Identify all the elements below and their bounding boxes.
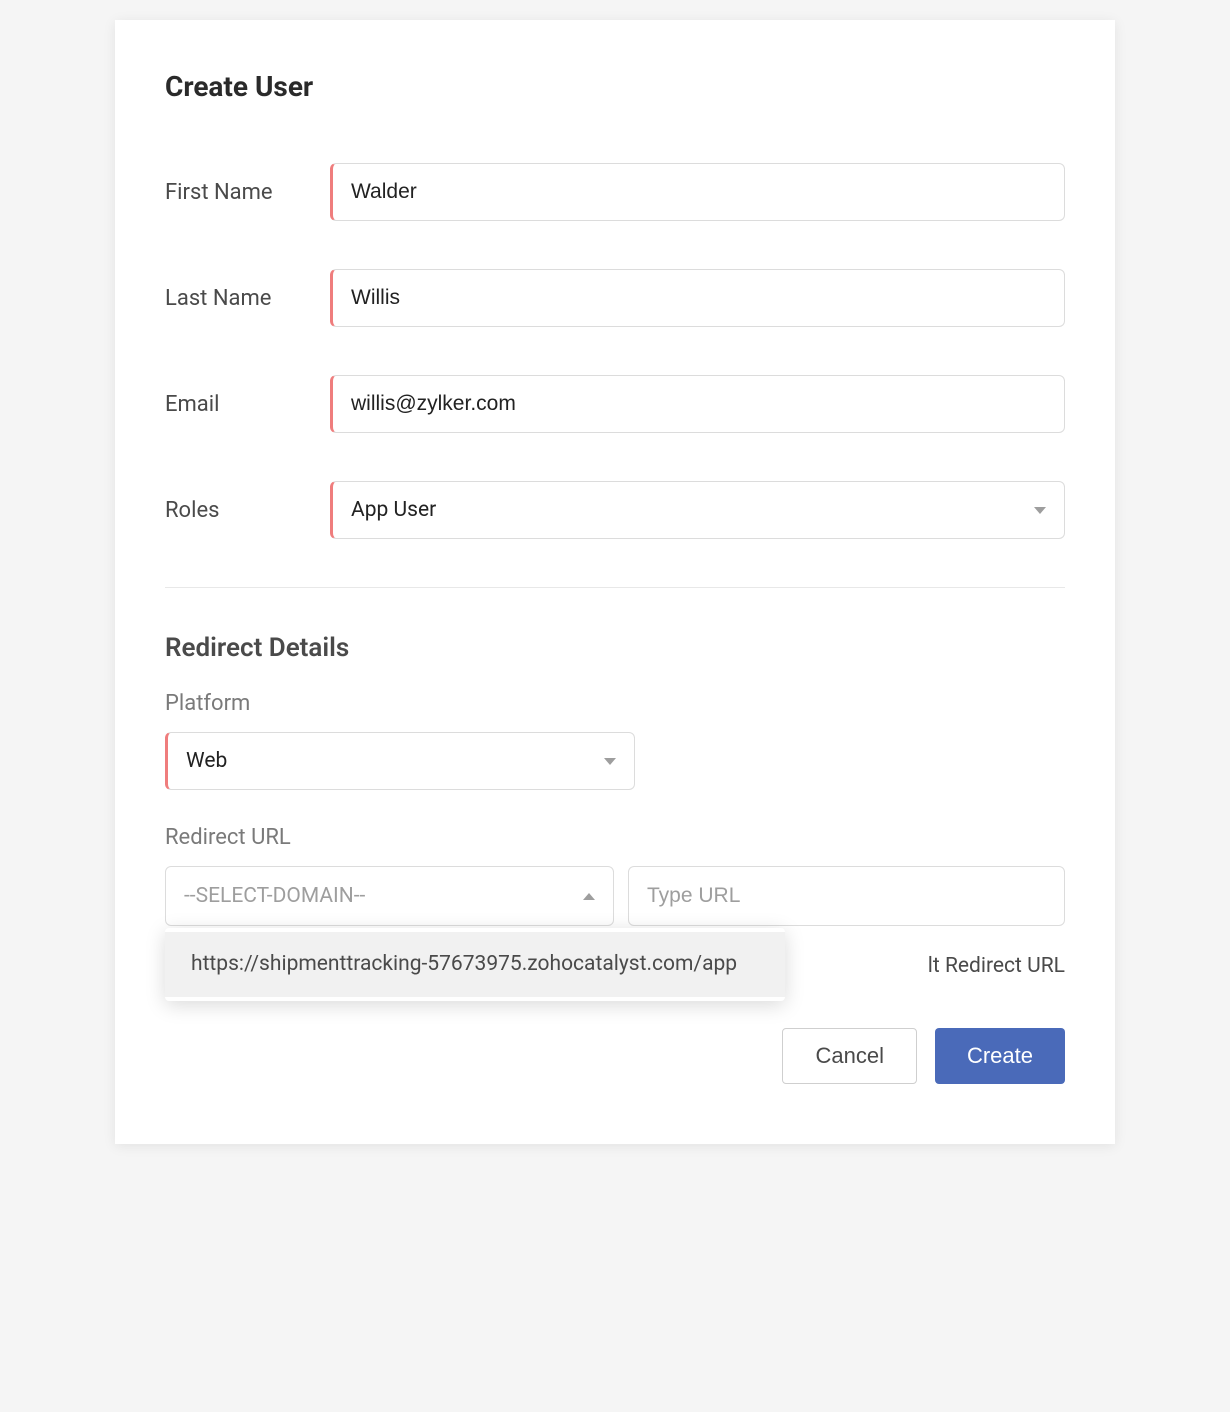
first-name-input[interactable] bbox=[330, 163, 1065, 221]
roles-select[interactable]: App User bbox=[330, 481, 1065, 539]
domain-select[interactable]: --SELECT-DOMAIN-- bbox=[165, 866, 614, 926]
platform-label: Platform bbox=[165, 691, 1065, 716]
cancel-button[interactable]: Cancel bbox=[782, 1028, 916, 1084]
page-title: Create User bbox=[165, 70, 1065, 103]
roles-row: Roles App User bbox=[165, 481, 1065, 539]
chevron-down-icon bbox=[604, 758, 616, 765]
button-row: Cancel Create bbox=[165, 1028, 1065, 1084]
create-button[interactable]: Create bbox=[935, 1028, 1065, 1084]
last-name-row: Last Name bbox=[165, 269, 1065, 327]
first-name-row: First Name bbox=[165, 163, 1065, 221]
chevron-down-icon bbox=[1034, 507, 1046, 514]
redirect-url-label: Redirect URL bbox=[165, 825, 1065, 850]
roles-label: Roles bbox=[165, 498, 330, 523]
roles-select-value: App User bbox=[351, 498, 436, 522]
email-label: Email bbox=[165, 392, 330, 417]
domain-dropdown-panel: https://shipmenttracking-57673975.zohoca… bbox=[165, 928, 785, 1001]
domain-option[interactable]: https://shipmenttracking-57673975.zohoca… bbox=[165, 932, 785, 997]
platform-select[interactable]: Web bbox=[165, 732, 635, 790]
email-row: Email bbox=[165, 375, 1065, 433]
first-name-label: First Name bbox=[165, 180, 330, 205]
chevron-up-icon bbox=[583, 893, 595, 900]
email-input[interactable] bbox=[330, 375, 1065, 433]
redirect-url-row: --SELECT-DOMAIN-- https://shipmenttracki… bbox=[165, 866, 1065, 926]
last-name-label: Last Name bbox=[165, 286, 330, 311]
platform-select-value: Web bbox=[186, 749, 227, 773]
domain-select-placeholder: --SELECT-DOMAIN-- bbox=[184, 884, 365, 908]
redirect-url-input[interactable] bbox=[628, 866, 1065, 926]
last-name-input[interactable] bbox=[330, 269, 1065, 327]
redirect-section-title: Redirect Details bbox=[165, 633, 1065, 663]
create-user-card: Create User First Name Last Name Email R… bbox=[115, 20, 1115, 1144]
divider bbox=[165, 587, 1065, 588]
